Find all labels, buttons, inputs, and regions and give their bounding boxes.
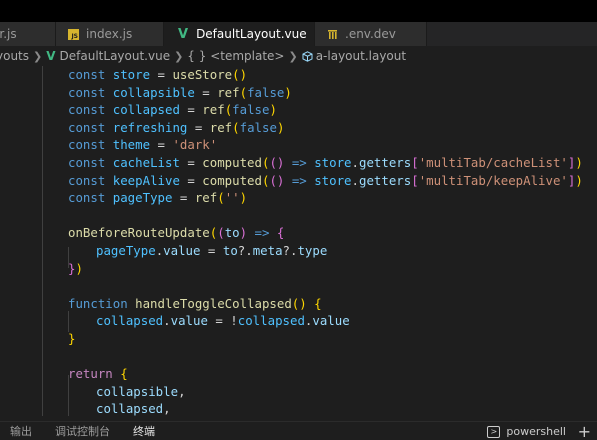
code-line: const theme = 'dark' [68, 137, 218, 153]
breadcrumb-element[interactable]: a-layout.layout [316, 49, 406, 63]
breadcrumb-file[interactable]: DefaultLayout.vue [60, 49, 171, 63]
title-bar [0, 0, 597, 22]
tab-terminal[interactable]: 终端 [133, 423, 155, 439]
tab-env-dev[interactable]: .env.dev [315, 22, 427, 46]
vue-icon: V [178, 26, 189, 42]
code-editor[interactable]: const store = useStore() const collapsib… [0, 66, 597, 416]
code-line: function handleToggleCollapsed() { [68, 295, 322, 311]
code-line: } [68, 331, 76, 346]
breadcrumb-folder[interactable]: youts [0, 49, 29, 63]
vue-icon: V [46, 49, 56, 63]
code-line: }) [68, 260, 83, 276]
code-line: const keepAlive = computed(() => store.g… [68, 172, 583, 188]
code-line: collapsed, [96, 401, 171, 416]
terminal-icon: > [487, 425, 501, 438]
code-line: collapsible, [96, 383, 186, 399]
chevron-right-icon: ❯ [33, 49, 43, 63]
add-terminal-button[interactable]: + [578, 422, 591, 440]
editor-tab-bar: er.js JS index.js V DefaultLayout.vue × … [0, 22, 597, 46]
tab-index-js[interactable]: JS index.js [56, 22, 164, 46]
indent-guide [42, 66, 43, 416]
js-file-icon: JS [68, 28, 79, 40]
bottom-panel: 输出 调试控制台 终端 > powershell + [0, 421, 597, 440]
breadcrumb-template[interactable]: { } <template> [187, 49, 284, 63]
code-line: const store = useStore() [68, 67, 248, 82]
code-line: const refreshing = ref(false) [68, 119, 285, 135]
tab-defaultlayout-vue[interactable]: V DefaultLayout.vue × [164, 22, 315, 46]
code-line: return { [68, 366, 128, 382]
code-line: const collapsed = ref(false) [68, 102, 277, 118]
tab-label: DefaultLayout.vue [196, 27, 307, 41]
code-line: pageType.value = to?.meta?.type [96, 243, 328, 258]
terminal-label: powershell [506, 425, 566, 438]
terminal-selector[interactable]: > powershell [487, 425, 566, 438]
tab-debug-console[interactable]: 调试控制台 [55, 423, 110, 439]
chevron-right-icon: ❯ [174, 49, 184, 63]
env-file-icon [328, 29, 337, 39]
tab-label: index.js [86, 27, 133, 41]
indent-guide [68, 311, 69, 332]
chevron-right-icon: ❯ [288, 49, 298, 63]
tab-bar-empty-space [427, 22, 597, 46]
code-line: const collapsible = ref(false) [68, 84, 292, 100]
tab-label: .env.dev [345, 27, 396, 41]
tab-label: er.js [0, 27, 17, 41]
tab-er-js[interactable]: er.js [0, 22, 56, 46]
tab-output[interactable]: 输出 [10, 423, 32, 439]
code-line: const pageType = ref('') [68, 190, 248, 206]
breadcrumb: youts ❯ V DefaultLayout.vue ❯ { } <templ… [0, 46, 597, 66]
cube-icon [302, 50, 313, 62]
code-line: collapsed.value = !collapsed.value [96, 313, 350, 329]
code-line: const cacheList = computed(() => store.g… [68, 155, 583, 170]
code-line: onBeforeRouteUpdate((to) => { [68, 225, 285, 241]
